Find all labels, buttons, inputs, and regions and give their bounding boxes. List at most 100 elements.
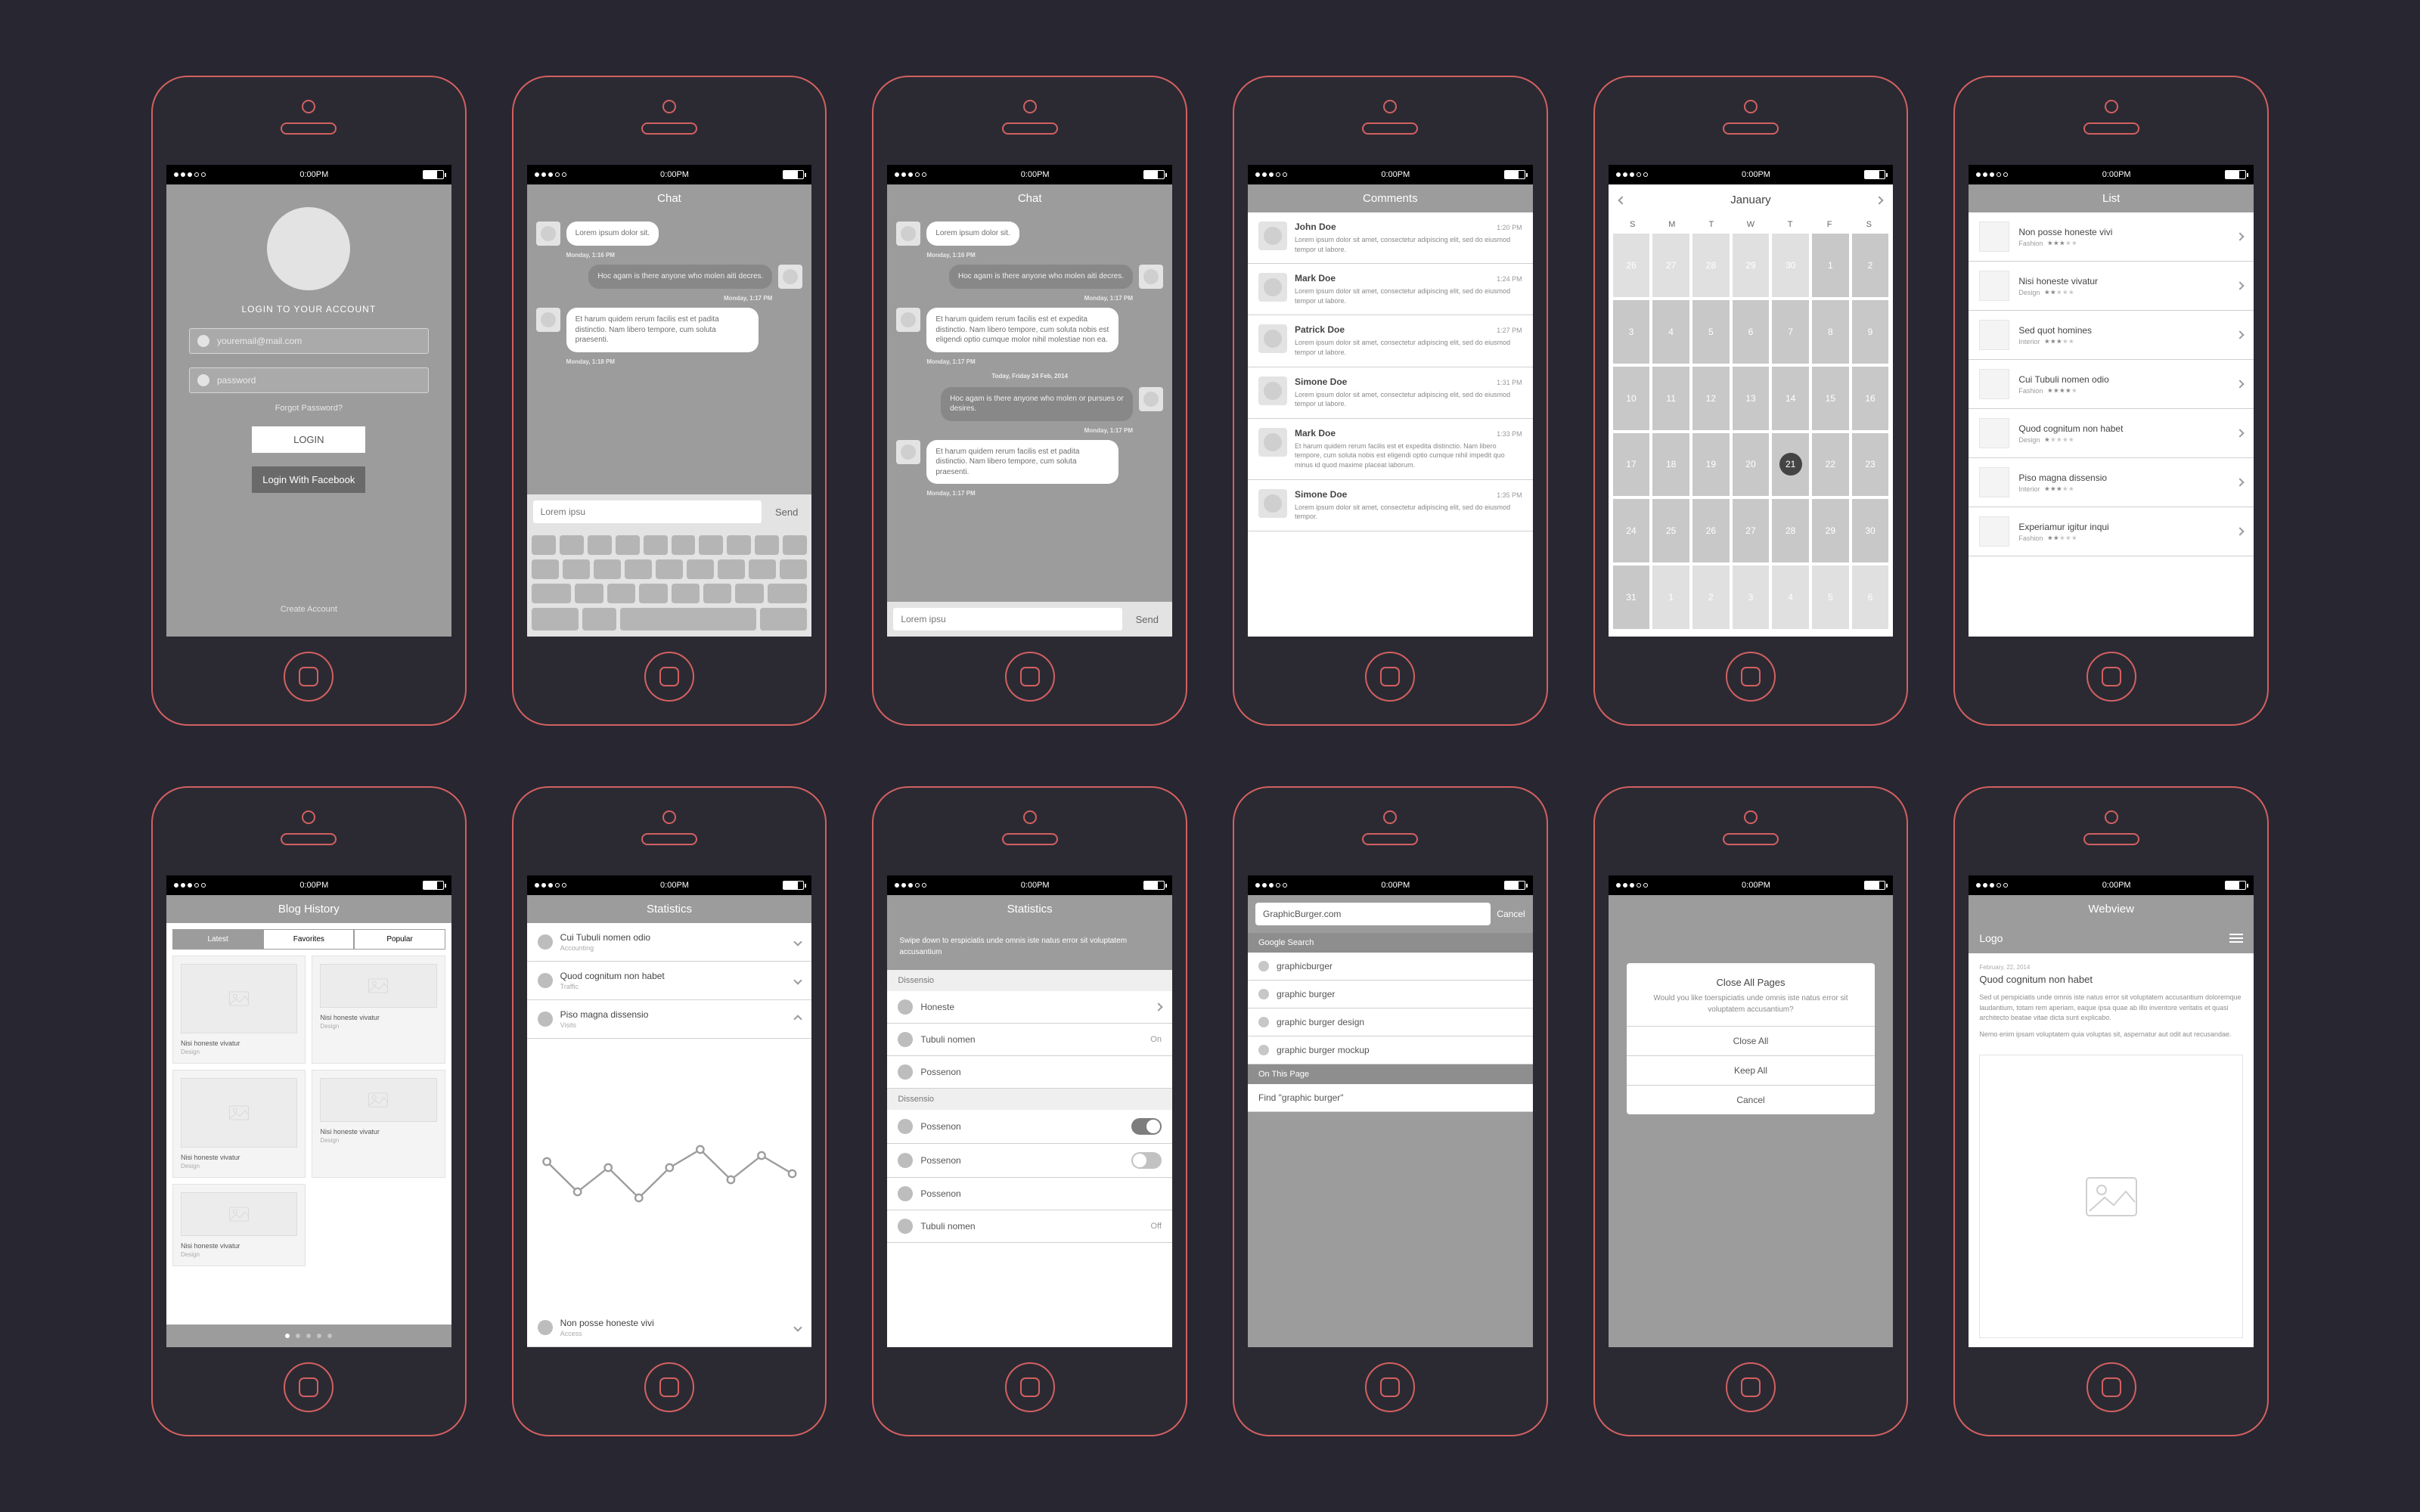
search-result[interactable]: graphicburger — [1248, 953, 1533, 981]
calendar-day[interactable]: 6 — [1852, 565, 1889, 629]
search-item[interactable]: Find "graphic burger" — [1248, 1084, 1533, 1112]
next-month-icon[interactable] — [1876, 196, 1884, 204]
list-item[interactable]: Piso magna dissensio Interior — [1969, 458, 2254, 507]
calendar-day[interactable]: 26 — [1692, 499, 1730, 562]
comment-row[interactable]: Mark Doe1:33 PM Et harum quidem rerum fa… — [1248, 419, 1533, 480]
home-button[interactable] — [1005, 1362, 1055, 1412]
home-button[interactable] — [284, 1362, 334, 1412]
list-item[interactable]: Cui Tubuli nomen odio Fashion — [1969, 360, 2254, 409]
blog-card[interactable]: Nisi honeste vivatur Design — [172, 956, 306, 1064]
menu-icon[interactable] — [2229, 934, 2243, 943]
compose-input[interactable] — [893, 608, 1122, 631]
calendar-day[interactable]: 14 — [1772, 367, 1809, 430]
search-result[interactable]: graphic burger mockup — [1248, 1036, 1533, 1064]
tab-latest[interactable]: Latest — [172, 929, 263, 950]
send-button[interactable]: Send — [1128, 608, 1166, 631]
keep-all-button[interactable]: Keep All — [1627, 1055, 1876, 1085]
calendar-day[interactable]: 11 — [1652, 367, 1689, 430]
calendar-day[interactable]: 28 — [1692, 234, 1730, 297]
calendar-day[interactable]: 28 — [1772, 499, 1809, 562]
prev-month-icon[interactable] — [1618, 196, 1626, 204]
settings-row[interactable]: Possenon — [887, 1178, 1172, 1210]
calendar-day[interactable]: 18 — [1652, 433, 1689, 497]
comment-row[interactable]: Mark Doe1:24 PM Lorem ipsum dolor sit am… — [1248, 264, 1533, 315]
blog-card[interactable]: Nisi honeste vivatur Design — [312, 1070, 445, 1178]
calendar-day[interactable]: 27 — [1652, 234, 1689, 297]
calendar-day[interactable]: 31 — [1613, 565, 1650, 629]
home-button[interactable] — [284, 652, 334, 702]
toggle-off[interactable] — [1131, 1152, 1162, 1169]
calendar-day[interactable]: 30 — [1852, 499, 1889, 562]
calendar-day[interactable]: 8 — [1812, 300, 1849, 364]
cancel-button[interactable]: Cancel — [1627, 1085, 1876, 1114]
home-button[interactable] — [2086, 652, 2136, 702]
home-button[interactable] — [1726, 652, 1776, 702]
calendar-day[interactable]: 1 — [1652, 565, 1689, 629]
close-all-button[interactable]: Close All — [1627, 1026, 1876, 1055]
accordion-row-open[interactable]: Piso magna dissensioVisits — [527, 1000, 812, 1039]
calendar-day[interactable]: 17 — [1613, 433, 1650, 497]
comment-row[interactable]: Patrick Doe1:27 PM Lorem ipsum dolor sit… — [1248, 315, 1533, 367]
blog-card[interactable]: Nisi honeste vivatur Design — [312, 956, 445, 1064]
forgot-password-link[interactable]: Forgot Password? — [275, 404, 343, 413]
settings-row[interactable]: Possenon — [887, 1110, 1172, 1144]
calendar-day[interactable]: 5 — [1692, 300, 1730, 364]
compose-input[interactable] — [533, 500, 762, 523]
calendar-day[interactable]: 15 — [1812, 367, 1849, 430]
calendar-day[interactable]: 13 — [1733, 367, 1770, 430]
list-item[interactable]: Sed quot homines Interior — [1969, 311, 2254, 360]
blog-card[interactable]: Nisi honeste vivatur Design — [172, 1184, 306, 1266]
list-item[interactable]: Experiamur igitur inqui Fashion — [1969, 507, 2254, 556]
calendar-day[interactable]: 27 — [1733, 499, 1770, 562]
calendar-day[interactable]: 9 — [1852, 300, 1889, 364]
email-field[interactable]: youremail@mail.com — [189, 328, 429, 354]
home-button[interactable] — [1365, 652, 1415, 702]
blog-card[interactable]: Nisi honeste vivatur Design — [172, 1070, 306, 1178]
tab-favorites[interactable]: Favorites — [263, 929, 354, 950]
calendar-day[interactable]: 2 — [1692, 565, 1730, 629]
calendar-day[interactable]: 29 — [1733, 234, 1770, 297]
settings-row[interactable]: Honeste — [887, 991, 1172, 1024]
accordion-row[interactable]: Cui Tubuli nomen odioAccounting — [527, 923, 812, 962]
settings-row[interactable]: Possenon — [887, 1144, 1172, 1178]
list-item[interactable]: Quod cognitum non habet Design — [1969, 409, 2254, 458]
calendar-day[interactable]: 4 — [1652, 300, 1689, 364]
settings-row[interactable]: Tubuli nomenOn — [887, 1024, 1172, 1056]
home-button[interactable] — [1005, 652, 1055, 702]
calendar-day[interactable]: 20 — [1733, 433, 1770, 497]
create-account-link[interactable]: Create Account — [281, 605, 337, 614]
calendar-day[interactable]: 16 — [1852, 367, 1889, 430]
home-button[interactable] — [2086, 1362, 2136, 1412]
calendar-day[interactable]: 2 — [1852, 234, 1889, 297]
calendar-day[interactable]: 10 — [1613, 367, 1650, 430]
search-result[interactable]: graphic burger — [1248, 981, 1533, 1009]
calendar-day[interactable]: 3 — [1613, 300, 1650, 364]
facebook-login-button[interactable]: Login With Facebook — [252, 466, 365, 493]
calendar-day[interactable]: 25 — [1652, 499, 1689, 562]
list-item[interactable]: Nisi honeste vivatur Design — [1969, 262, 2254, 311]
send-button[interactable]: Send — [768, 500, 805, 523]
home-button[interactable] — [1365, 1362, 1415, 1412]
comment-row[interactable]: John Doe1:20 PM Lorem ipsum dolor sit am… — [1248, 212, 1533, 264]
home-button[interactable] — [644, 652, 694, 702]
search-result[interactable]: graphic burger design — [1248, 1009, 1533, 1036]
home-button[interactable] — [1726, 1362, 1776, 1412]
accordion-row[interactable]: Quod cognitum non habetTraffic — [527, 962, 812, 1000]
comment-row[interactable]: Simone Doe1:35 PM Lorem ipsum dolor sit … — [1248, 480, 1533, 531]
tab-popular[interactable]: Popular — [354, 929, 445, 950]
calendar-day[interactable]: 3 — [1733, 565, 1770, 629]
settings-row[interactable]: Tubuli nomenOff — [887, 1210, 1172, 1243]
calendar-day[interactable]: 12 — [1692, 367, 1730, 430]
calendar-day[interactable]: 30 — [1772, 234, 1809, 297]
calendar-day[interactable]: 1 — [1812, 234, 1849, 297]
calendar-day[interactable]: 24 — [1613, 499, 1650, 562]
comment-row[interactable]: Simone Doe1:31 PM Lorem ipsum dolor sit … — [1248, 367, 1533, 419]
calendar-day[interactable]: 19 — [1692, 433, 1730, 497]
calendar-day[interactable]: 21 — [1772, 433, 1809, 497]
calendar-day[interactable]: 4 — [1772, 565, 1809, 629]
calendar-day[interactable]: 6 — [1733, 300, 1770, 364]
cancel-button[interactable]: Cancel — [1497, 909, 1525, 919]
search-input[interactable] — [1255, 903, 1491, 925]
settings-row[interactable]: Possenon — [887, 1056, 1172, 1089]
accordion-row[interactable]: Non posse honeste viviAccess — [527, 1309, 812, 1347]
